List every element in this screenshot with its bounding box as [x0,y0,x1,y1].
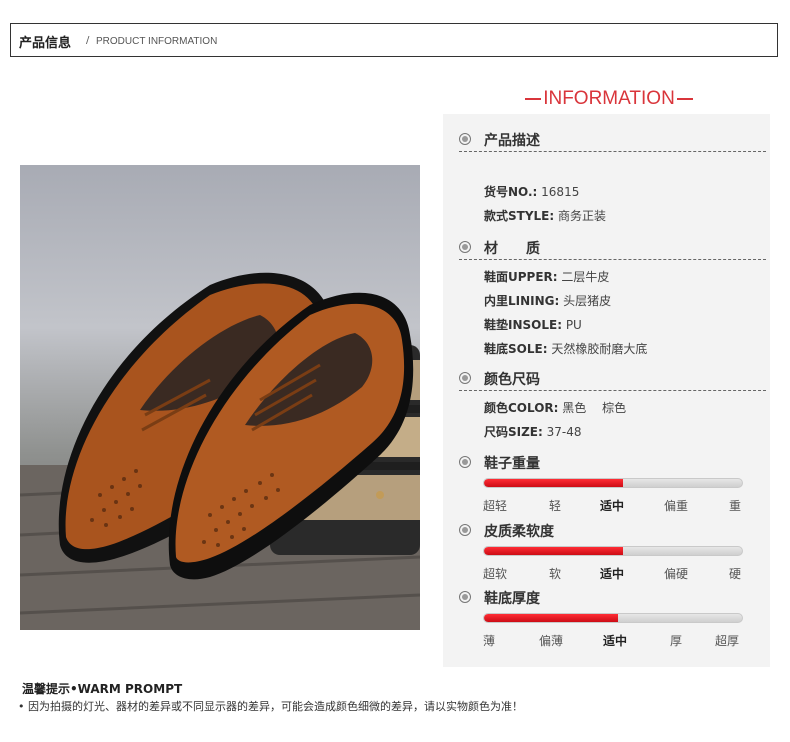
circle-bullet-icon [459,133,471,145]
warm-prompt-title: 温馨提示•WARM PROMPT [22,682,183,696]
row-key: 鞋垫INSOLE: [484,318,562,332]
dotted-divider [459,390,766,391]
row-key: 内里LINING: [484,294,560,308]
row-upper: 鞋面UPPER: 二层牛皮 [484,268,609,285]
product-photo [20,165,420,630]
dotted-divider [459,259,766,260]
row-item-number: 货号NO.: 16815 [484,183,579,200]
header-separator: / [86,35,90,46]
heading-dash-left [525,97,542,100]
scale-label: 偏硬 [664,567,689,581]
row-color: 颜色COLOR: 黑色 棕色 [484,399,626,416]
weight-scale: 超轻 轻 适中 偏重 重 [483,497,743,513]
row-value: 黑色 棕色 [558,401,627,415]
thickness-level-bar [483,613,743,623]
row-insole: 鞋垫INSOLE: PU [484,316,582,333]
thickness-scale: 薄 偏薄 适中 厚 超厚 [483,632,743,648]
scale-label: 适中 [600,567,625,581]
row-value: 天然橡胶耐磨大底 [547,342,648,356]
row-key: 尺码SIZE: [484,425,543,439]
row-key: 鞋底SOLE: [484,342,548,356]
section-title-thickness: 鞋底厚度 [484,591,540,607]
scale-label: 适中 [600,499,625,513]
section-title-description: 产品描述 [484,133,540,149]
scale-label: 适中 [603,634,628,648]
section-title-material: 材 质 [484,241,540,257]
information-heading: INFORMATION [520,88,698,110]
row-size: 尺码SIZE: 37-48 [484,423,582,440]
scale-label: 重 [729,499,742,513]
row-value: PU [562,318,582,332]
section-title-weight: 鞋子重量 [484,456,540,472]
scale-label: 偏重 [664,499,689,513]
thickness-level-fill [484,614,619,622]
scale-label: 厚 [670,634,683,648]
weight-level-fill [484,479,624,487]
weight-level-bar [483,478,743,488]
section-title-color-size: 颜色尺码 [484,372,540,388]
scale-label: 软 [549,567,562,581]
circle-bullet-icon [459,456,471,468]
section-header-bar: 产品信息 / PRODUCT INFORMATION [10,23,778,57]
row-lining: 内里LINING: 头层猪皮 [484,292,611,309]
scale-label: 硬 [729,567,742,581]
scale-label: 超软 [483,567,508,581]
scale-label: 超轻 [483,499,508,513]
shoe-illustration [20,272,420,630]
scale-label: 轻 [549,499,562,513]
section-title-softness: 皮质柔软度 [484,524,554,540]
row-style: 款式STYLE: 商务正装 [484,207,606,224]
softness-scale: 超软 软 适中 偏硬 硬 [483,565,743,581]
row-key: 款式STYLE: [484,209,555,223]
circle-bullet-icon [459,524,471,536]
dotted-divider [459,151,766,152]
softness-level-bar [483,546,743,556]
header-subtitle: PRODUCT INFORMATION [96,36,218,47]
row-value: 头层猪皮 [559,294,612,308]
heading-dash-right [676,97,693,100]
scale-label: 薄 [483,634,496,648]
softness-level-fill [484,547,624,555]
row-value: 16815 [537,185,580,199]
row-value: 37-48 [542,425,582,439]
header-title: 产品信息 [19,36,72,51]
row-value: 商务正装 [554,209,606,223]
info-panel: 产品描述 货号NO.: 16815 款式STYLE: 商务正装 材 质 鞋面UP… [443,114,770,667]
row-sole: 鞋底SOLE: 天然橡胶耐磨大底 [484,340,647,357]
row-key: 鞋面UPPER: [484,270,558,284]
row-key: 颜色COLOR: [484,401,559,415]
circle-bullet-icon [459,591,471,603]
scale-label: 偏薄 [539,634,564,648]
information-heading-text: INFORMATION [543,88,675,109]
scale-label: 超厚 [715,634,740,648]
warm-prompt-text: • 因为拍摄的灯光、器材的差异或不同显示器的差异，可能会造成颜色细微的差异，请以… [18,700,523,713]
row-value: 二层牛皮 [557,270,610,284]
row-key: 货号NO.: [484,185,538,199]
circle-bullet-icon [459,372,471,384]
circle-bullet-icon [459,241,471,253]
